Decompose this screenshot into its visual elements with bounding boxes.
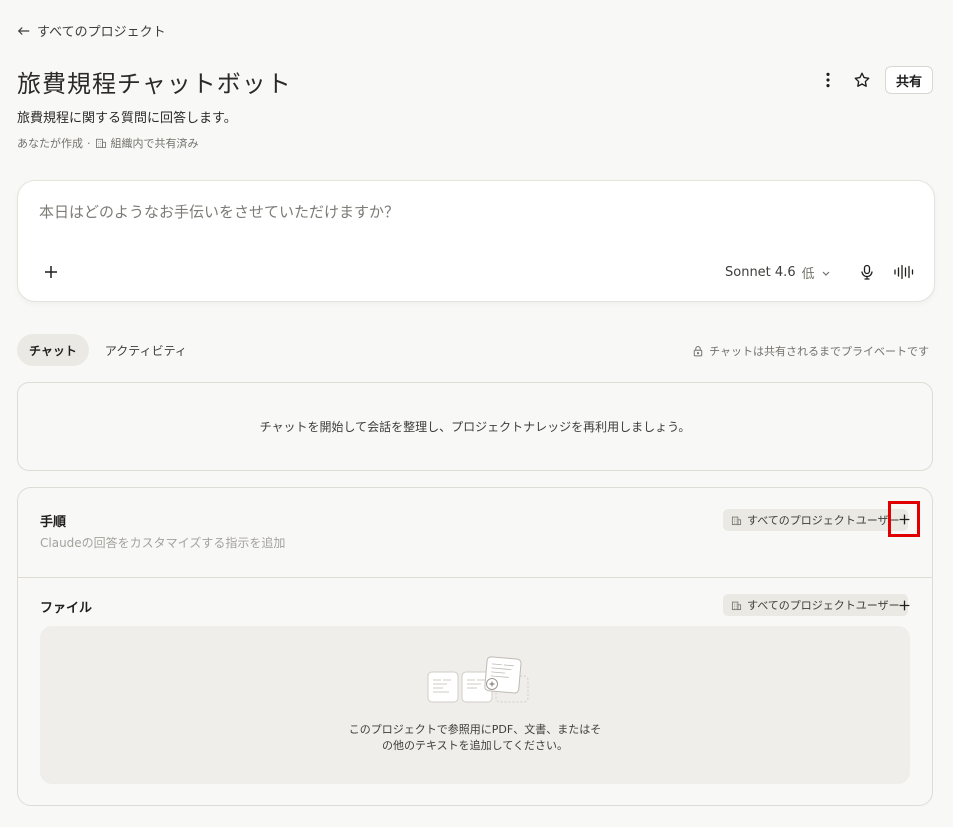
files-title: ファイル — [40, 601, 93, 616]
header-actions: 共有 — [817, 66, 933, 94]
chat-input[interactable] — [39, 203, 899, 221]
share-button[interactable]: 共有 — [884, 66, 933, 94]
lock-icon — [693, 346, 703, 357]
add-files-button[interactable] — [891, 592, 917, 618]
more-options-button[interactable] — [817, 66, 839, 94]
instructions-scope-badge: すべてのプロジェクトユーザー — [723, 509, 908, 531]
files-scope-badge: すべてのプロジェクトユーザー — [723, 594, 908, 616]
privacy-note: チャットは共有されるまでプライベートです — [692, 343, 929, 359]
chevron-down-icon — [822, 271, 830, 276]
building-icon — [731, 601, 742, 610]
dictation-button[interactable] — [856, 261, 878, 283]
instructions-subtitle: Claudeの回答をカスタマイズする指示を追加 — [40, 536, 286, 550]
project-title: 旅費規程チャットボット — [17, 70, 292, 98]
instructions-title: 手順 — [40, 515, 67, 530]
tab-chat[interactable]: チャット — [17, 334, 89, 366]
favorite-button[interactable] — [851, 66, 873, 94]
dropzone-text: このプロジェクトで参照用にPDF、文書、またはそ の他のテキストを追加してくださ… — [40, 722, 910, 754]
meta-separator: · — [87, 136, 91, 150]
plus-icon — [45, 266, 57, 278]
chat-composer: Sonnet 4.6 低 — [17, 180, 935, 302]
back-to-projects-link[interactable]: すべてのプロジェクト — [17, 21, 166, 40]
empty-chat-message: チャットを開始して会話を整理し、プロジェクトナレッジを再利用しましょう。 — [259, 420, 691, 434]
add-attachment-button[interactable] — [40, 261, 62, 283]
plus-icon — [899, 514, 909, 524]
star-icon — [854, 72, 870, 87]
sharing-status: 組織内で共有済み — [110, 137, 199, 150]
voice-mode-button[interactable] — [891, 261, 917, 283]
project-meta: あなたが作成 · 組織内で共有済み — [17, 135, 199, 151]
documents-illustration — [427, 656, 529, 703]
more-vertical-icon — [826, 72, 830, 88]
microphone-icon — [861, 264, 873, 280]
dropzone-text-line1: このプロジェクトで参照用にPDF、文書、またはそ — [348, 723, 602, 736]
effort-level: 低 — [801, 267, 815, 282]
file-dropzone[interactable]: このプロジェクトで参照用にPDF、文書、またはそ の他のテキストを追加してくださ… — [40, 626, 910, 784]
project-tabs: チャット アクティビティ — [17, 334, 199, 366]
arrow-left-icon — [17, 26, 30, 35]
back-link-label: すべてのプロジェクト — [37, 25, 166, 40]
empty-chat-state: チャットを開始して会話を整理し、プロジェクトナレッジを再利用しましょう。 — [17, 382, 933, 471]
tab-activity[interactable]: アクティビティ — [93, 334, 199, 366]
project-knowledge-panel: 手順 Claudeの回答をカスタマイズする指示を追加 すべてのプロジェクトユーザ… — [17, 487, 933, 806]
model-selector[interactable]: Sonnet 4.6 低 — [725, 263, 831, 282]
plus-icon — [899, 600, 909, 610]
project-description: 旅費規程に関する質問に回答します。 — [17, 111, 237, 126]
files-scope-label: すべてのプロジェクトユーザー — [747, 599, 900, 612]
privacy-note-text: チャットは共有されるまでプライベートです — [709, 345, 929, 358]
creator-label: あなたが作成 — [17, 137, 83, 150]
section-divider — [18, 577, 932, 578]
building-icon — [731, 516, 742, 525]
add-instructions-button[interactable] — [888, 501, 920, 537]
dropzone-text-line2: の他のテキストを追加してください。 — [381, 739, 568, 752]
waveform-icon — [894, 264, 914, 280]
model-name: Sonnet 4.6 — [725, 265, 796, 280]
building-icon — [95, 138, 106, 148]
instructions-scope-label: すべてのプロジェクトユーザー — [747, 514, 900, 527]
